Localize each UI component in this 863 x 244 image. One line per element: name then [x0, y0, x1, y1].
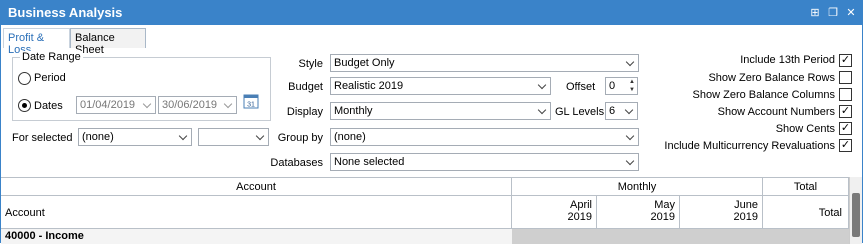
date-range-label: Date Range: [20, 51, 83, 63]
show-zero-balance-rows-checkbox[interactable]: [839, 71, 852, 84]
offset-stepper[interactable]: 0 ▲ ▼: [605, 77, 638, 95]
column-header-june[interactable]: June 2019: [680, 196, 763, 229]
june-year-label: 2019: [733, 211, 758, 223]
style-value: Budget Only: [334, 57, 395, 69]
window-title: Business Analysis: [8, 5, 123, 20]
group-by-value: (none): [334, 131, 366, 143]
chevron-down-icon[interactable]: [622, 55, 638, 71]
chevron-down-icon[interactable]: [622, 154, 638, 170]
offset-value: 0: [609, 80, 616, 92]
show-account-numbers-label: Show Account Numbers: [717, 106, 835, 118]
databases-value: None selected: [334, 156, 405, 168]
pin-icon[interactable]: ⊞: [809, 7, 821, 19]
chevron-down-icon[interactable]: [139, 97, 155, 113]
show-account-numbers-checkbox[interactable]: ✓: [839, 105, 852, 118]
for-selected-value: (none): [82, 131, 114, 143]
report-tabs: Profit & Loss Balance Sheet: [1, 26, 862, 56]
band-account: Account: [1, 177, 512, 196]
may-label: May: [654, 199, 675, 211]
column-header-total[interactable]: Total: [763, 196, 849, 229]
display-label: Display: [286, 106, 323, 118]
band-total: Total: [763, 177, 849, 196]
show-zero-balance-columns-checkbox[interactable]: [839, 88, 852, 101]
options-panel: Date Range Period Dates 01/04/2019 30/06…: [1, 47, 862, 177]
from-date-value: 01/04/2019: [80, 99, 136, 111]
column-header-account[interactable]: Account: [1, 196, 512, 229]
column-header-may[interactable]: May 2019: [597, 196, 680, 229]
scrollbar-thumb[interactable]: [852, 193, 860, 237]
row-account-label: 40000 - Income: [5, 230, 84, 242]
band-monthly: Monthly: [512, 177, 763, 196]
databases-dropdown[interactable]: None selected: [330, 153, 639, 171]
business-analysis-window: Business Analysis ⊞ ❐ ✕ Profit & Loss Ba…: [0, 0, 863, 244]
close-icon[interactable]: ✕: [845, 7, 857, 19]
column-header-april[interactable]: April 2019: [512, 196, 597, 229]
group-by-label: Group by: [277, 132, 323, 144]
calendar-day-text: 31: [247, 102, 255, 109]
for-selected-dropdown[interactable]: (none): [78, 128, 192, 146]
period-radio[interactable]: [18, 72, 31, 85]
group-by-dropdown[interactable]: (none): [330, 128, 639, 146]
april-label: April: [569, 199, 592, 211]
for-selected-label: For selected: [12, 132, 73, 144]
restore-icon[interactable]: ❐: [827, 7, 839, 19]
include-13th-period-checkbox[interactable]: ✓: [839, 54, 852, 67]
gl-levels-dropdown[interactable]: 6: [605, 102, 638, 120]
databases-label: Databases: [270, 157, 323, 169]
dates-radio[interactable]: [18, 99, 31, 112]
row-values-cell: [512, 229, 849, 244]
offset-label: Offset: [566, 81, 596, 93]
chevron-down-icon[interactable]: [175, 129, 191, 145]
budget-value: Realistic 2019: [334, 80, 404, 92]
display-value: Monthly: [334, 105, 373, 117]
gl-levels-value: 6: [609, 105, 616, 117]
chevron-down-icon[interactable]: [534, 103, 550, 119]
chevron-down-icon[interactable]: [621, 103, 637, 119]
period-label: Period: [34, 72, 66, 84]
budget-label: Budget: [288, 81, 323, 93]
title-bar: Business Analysis ⊞ ❐ ✕: [1, 1, 862, 25]
tab-profit-loss[interactable]: Profit & Loss: [3, 28, 70, 56]
display-dropdown[interactable]: Monthly: [330, 102, 551, 120]
total-label: Total: [818, 207, 842, 219]
style-label: Style: [298, 58, 323, 70]
include-multicurrency-revaluations-checkbox[interactable]: ✓: [839, 139, 852, 152]
from-date-field[interactable]: 01/04/2019: [76, 96, 156, 114]
stepper-arrows-icon[interactable]: ▲ ▼: [627, 78, 637, 94]
chevron-down-icon[interactable]: [252, 129, 268, 145]
for-selected-value-dropdown[interactable]: [198, 128, 269, 146]
chevron-down-icon[interactable]: [534, 78, 550, 94]
style-dropdown[interactable]: Budget Only: [330, 54, 639, 72]
chevron-down-icon[interactable]: [622, 129, 638, 145]
to-date-field[interactable]: 30/06/2019: [158, 96, 237, 114]
report-grid: Account Monthly Total Account April 2019…: [1, 177, 862, 244]
table-row[interactable]: 40000 - Income: [1, 229, 512, 244]
gl-levels-label: GL Levels: [555, 106, 605, 118]
show-zero-balance-rows-label: Show Zero Balance Rows: [708, 72, 835, 84]
tab-balance-sheet[interactable]: Balance Sheet: [70, 28, 146, 56]
may-year-label: 2019: [650, 211, 675, 223]
chevron-down-icon[interactable]: [220, 97, 236, 113]
show-cents-label: Show Cents: [775, 123, 835, 135]
column-account-label: Account: [5, 207, 45, 219]
include-13th-period-label: Include 13th Period: [740, 54, 835, 66]
show-zero-balance-columns-label: Show Zero Balance Columns: [692, 89, 835, 101]
vertical-scrollbar[interactable]: [849, 177, 862, 244]
calendar-icon[interactable]: 31: [243, 93, 259, 109]
june-label: June: [734, 199, 758, 211]
dates-label: Dates: [34, 100, 63, 112]
include-multicurrency-revaluations-label: Include Multicurrency Revaluations: [664, 140, 835, 152]
budget-dropdown[interactable]: Realistic 2019: [330, 77, 551, 95]
to-date-value: 30/06/2019: [162, 99, 218, 111]
april-year-label: 2019: [567, 211, 592, 223]
show-cents-checkbox[interactable]: ✓: [839, 122, 852, 135]
